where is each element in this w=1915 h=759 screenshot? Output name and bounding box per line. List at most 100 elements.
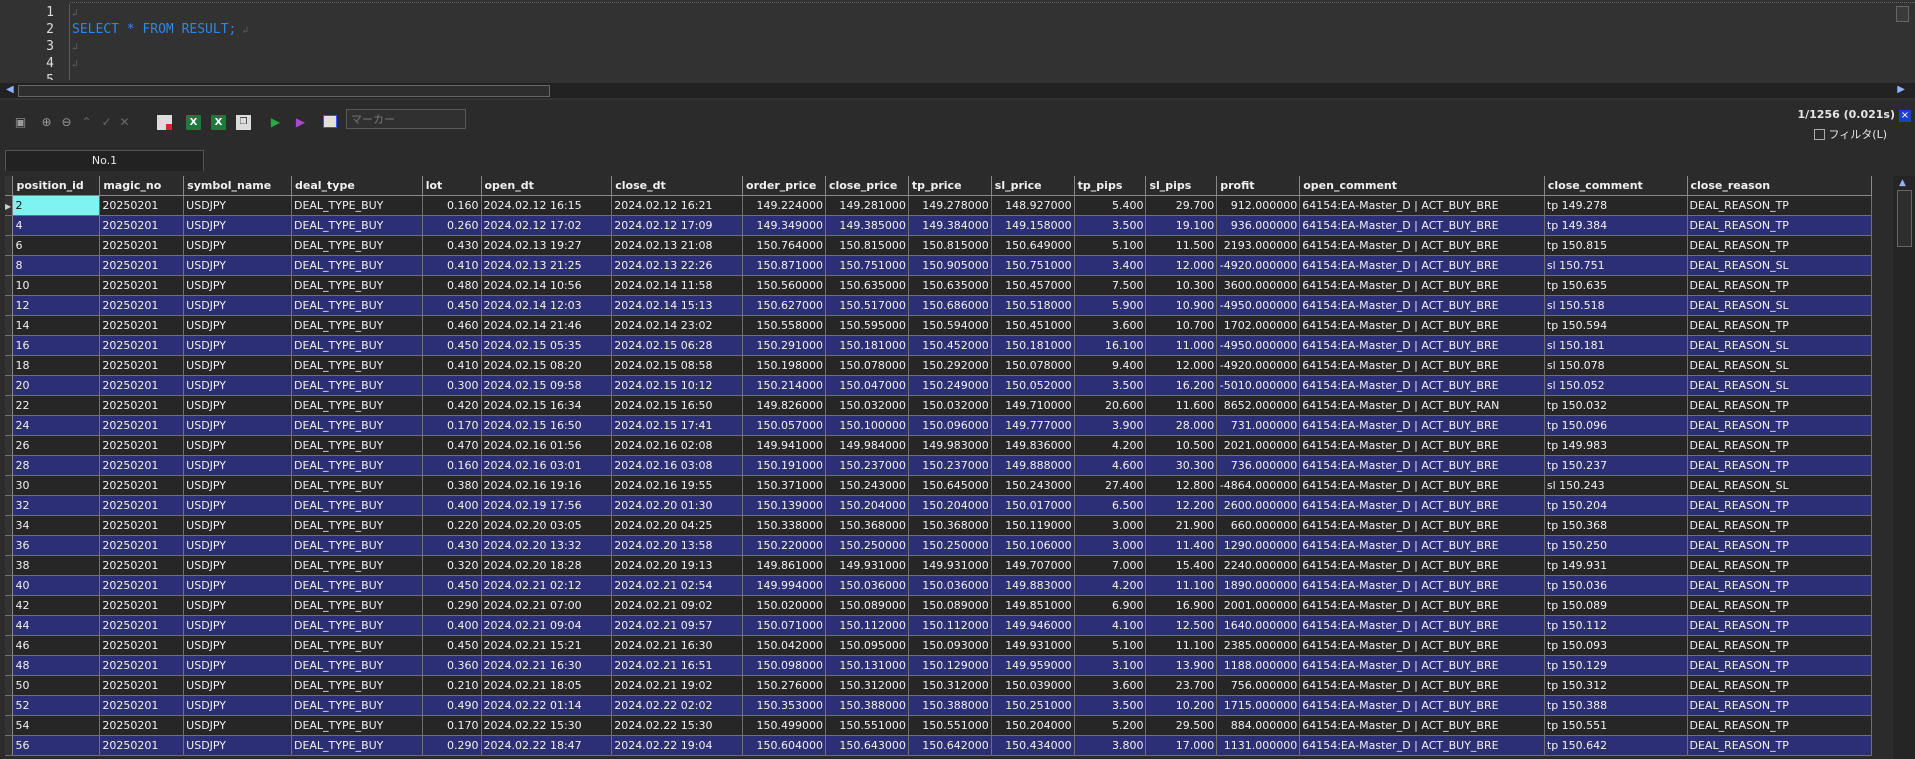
cell-position-id[interactable]: 54 — [12, 715, 101, 736]
cell-open-dt[interactable]: 2024.02.22 15:30 — [481, 715, 613, 736]
cell-close-reason[interactable]: DEAL_REASON_SL — [1687, 335, 1872, 356]
code-line[interactable]: ↲ — [72, 4, 1885, 21]
cell-symbol-name[interactable]: USDJPY — [183, 615, 292, 636]
cell-deal-type[interactable]: DEAL_TYPE_BUY — [291, 715, 423, 736]
cell-magic-no[interactable]: 20250201 — [99, 455, 185, 476]
cell-close-price[interactable]: 150.551000 — [825, 715, 909, 736]
checkbox-box[interactable] — [1813, 128, 1825, 140]
table-row[interactable]: 54 20250201 USDJPY DEAL_TYPE_BUY 0.170 2024.0… — [5, 715, 1872, 736]
cell-deal-type[interactable]: DEAL_TYPE_BUY — [291, 675, 423, 696]
cell-close-price[interactable]: 150.815000 — [825, 235, 909, 256]
cell-open-comment[interactable]: 64154:EA-Master_D | ACT_BUY_BRE — [1299, 515, 1545, 536]
cell-sl-pips[interactable]: 12.500 — [1145, 615, 1218, 636]
row-header[interactable] — [5, 495, 14, 516]
cell-position-id[interactable]: 28 — [12, 455, 101, 476]
cell-close-comment[interactable]: tp 149.983 — [1544, 435, 1688, 456]
cell-close-price[interactable]: 150.047000 — [825, 375, 909, 396]
cell-close-comment[interactable]: tp 150.093 — [1544, 635, 1688, 656]
row-header[interactable] — [5, 655, 14, 676]
cell-sl-pips[interactable]: 16.200 — [1145, 375, 1218, 396]
cell-close-reason[interactable]: DEAL_REASON_TP — [1687, 615, 1872, 636]
cell-close-price[interactable]: 150.078000 — [825, 355, 909, 376]
cell-close-reason[interactable]: DEAL_REASON_TP — [1687, 735, 1872, 756]
cell-tp-price[interactable]: 150.368000 — [908, 515, 992, 536]
cell-tp-pips[interactable]: 5.100 — [1074, 635, 1147, 656]
cell-order-price[interactable]: 149.826000 — [742, 395, 826, 416]
cell-close-dt[interactable]: 2024.02.12 16:21 — [611, 195, 744, 216]
cell-deal-type[interactable]: DEAL_TYPE_BUY — [291, 635, 423, 656]
cell-profit[interactable]: 1290.000000 — [1216, 535, 1301, 556]
cell-close-comment[interactable]: tp 150.237 — [1544, 455, 1688, 476]
cell-profit[interactable]: -5010.000000 — [1216, 375, 1301, 396]
table-row[interactable]: 12 20250201 USDJPY DEAL_TYPE_BUY 0.450 2024.0… — [5, 295, 1872, 316]
row-header[interactable] — [5, 715, 14, 736]
cell-close-dt[interactable]: 2024.02.20 13:58 — [611, 535, 744, 556]
table-row[interactable]: 30 20250201 USDJPY DEAL_TYPE_BUY 0.380 2024.0… — [5, 475, 1872, 496]
cell-tp-pips[interactable]: 3.800 — [1074, 735, 1147, 756]
marker-input[interactable]: マーカー — [346, 109, 466, 129]
table-row[interactable]: 46 20250201 USDJPY DEAL_TYPE_BUY 0.450 2024.0… — [5, 635, 1872, 656]
cell-close-price[interactable]: 150.751000 — [825, 255, 909, 276]
cell-open-comment[interactable]: 64154:EA-Master_D | ACT_BUY_BRE — [1299, 275, 1545, 296]
cell-symbol-name[interactable]: USDJPY — [183, 355, 292, 376]
cell-position-id[interactable]: 38 — [12, 555, 101, 576]
cell-profit[interactable]: -4864.000000 — [1216, 475, 1301, 496]
cell-sl-pips[interactable]: 29.700 — [1145, 195, 1218, 216]
cell-open-dt[interactable]: 2024.02.22 18:47 — [481, 735, 613, 756]
table-row[interactable]: 24 20250201 USDJPY DEAL_TYPE_BUY 0.170 2024.0… — [5, 415, 1872, 436]
cell-sl-pips[interactable]: 23.700 — [1145, 675, 1218, 696]
cell-sl-pips[interactable]: 11.500 — [1145, 235, 1218, 256]
excel-export-icon[interactable]: X — [186, 115, 201, 130]
cell-deal-type[interactable]: DEAL_TYPE_BUY — [291, 335, 423, 356]
cell-sl-price[interactable]: 148.927000 — [991, 195, 1075, 216]
cell-profit[interactable]: 2240.000000 — [1216, 555, 1301, 576]
cell-close-price[interactable]: 150.032000 — [825, 395, 909, 416]
column-header-magic-no[interactable]: magic_no — [99, 176, 185, 196]
cell-sl-pips[interactable]: 15.400 — [1145, 555, 1218, 576]
cell-symbol-name[interactable]: USDJPY — [183, 395, 292, 416]
cell-close-dt[interactable]: 2024.02.13 21:08 — [611, 235, 744, 256]
cell-lot[interactable]: 0.480 — [422, 275, 482, 296]
cell-symbol-name[interactable]: USDJPY — [183, 535, 292, 556]
cell-position-id[interactable]: 46 — [12, 635, 101, 656]
cell-profit[interactable]: 2385.000000 — [1216, 635, 1301, 656]
row-header[interactable]: ▶ — [5, 195, 14, 216]
cell-close-dt[interactable]: 2024.02.14 15:13 — [611, 295, 744, 316]
cell-position-id[interactable]: 10 — [12, 275, 101, 296]
cell-order-price[interactable]: 150.276000 — [742, 675, 826, 696]
cell-close-dt[interactable]: 2024.02.16 02:08 — [611, 435, 744, 456]
cell-close-reason[interactable]: DEAL_REASON_TP — [1687, 575, 1872, 596]
cell-close-dt[interactable]: 2024.02.22 19:04 — [611, 735, 744, 756]
cell-position-id[interactable]: 32 — [12, 495, 101, 516]
cell-close-reason[interactable]: DEAL_REASON_TP — [1687, 235, 1872, 256]
cell-close-reason[interactable]: DEAL_REASON_TP — [1687, 695, 1872, 716]
cell-sl-price[interactable]: 149.710000 — [991, 395, 1075, 416]
cell-open-dt[interactable]: 2024.02.21 09:04 — [481, 615, 613, 636]
cell-close-comment[interactable]: sl 150.751 — [1544, 255, 1688, 276]
cell-position-id[interactable]: 44 — [12, 615, 101, 636]
cell-tp-price[interactable]: 150.096000 — [908, 415, 992, 436]
cell-magic-no[interactable]: 20250201 — [99, 395, 185, 416]
cell-close-comment[interactable]: tp 150.594 — [1544, 315, 1688, 336]
cell-deal-type[interactable]: DEAL_TYPE_BUY — [291, 275, 423, 296]
commit-check-icon[interactable]: ✓ — [99, 115, 114, 130]
cell-open-dt[interactable]: 2024.02.16 03:01 — [481, 455, 613, 476]
cell-tp-pips[interactable]: 9.400 — [1074, 355, 1147, 376]
cell-order-price[interactable]: 149.861000 — [742, 555, 826, 576]
cell-open-comment[interactable]: 64154:EA-Master_D | ACT_BUY_BRE — [1299, 615, 1545, 636]
cell-close-comment[interactable]: tp 149.931 — [1544, 555, 1688, 576]
cell-magic-no[interactable]: 20250201 — [99, 615, 185, 636]
table-row[interactable]: 52 20250201 USDJPY DEAL_TYPE_BUY 0.490 2024.0… — [5, 695, 1872, 716]
cell-symbol-name[interactable]: USDJPY — [183, 415, 292, 436]
cell-lot[interactable]: 0.450 — [422, 575, 482, 596]
cell-tp-price[interactable]: 150.250000 — [908, 535, 992, 556]
cell-deal-type[interactable]: DEAL_TYPE_BUY — [291, 695, 423, 716]
cell-order-price[interactable]: 150.764000 — [742, 235, 826, 256]
cell-sl-price[interactable]: 150.518000 — [991, 295, 1075, 316]
cell-close-price[interactable]: 150.388000 — [825, 695, 909, 716]
cell-order-price[interactable]: 150.191000 — [742, 455, 826, 476]
cell-sl-price[interactable]: 150.649000 — [991, 235, 1075, 256]
cell-order-price[interactable]: 150.139000 — [742, 495, 826, 516]
cell-order-price[interactable]: 149.224000 — [742, 195, 826, 216]
cell-close-reason[interactable]: DEAL_REASON_TP — [1687, 655, 1872, 676]
